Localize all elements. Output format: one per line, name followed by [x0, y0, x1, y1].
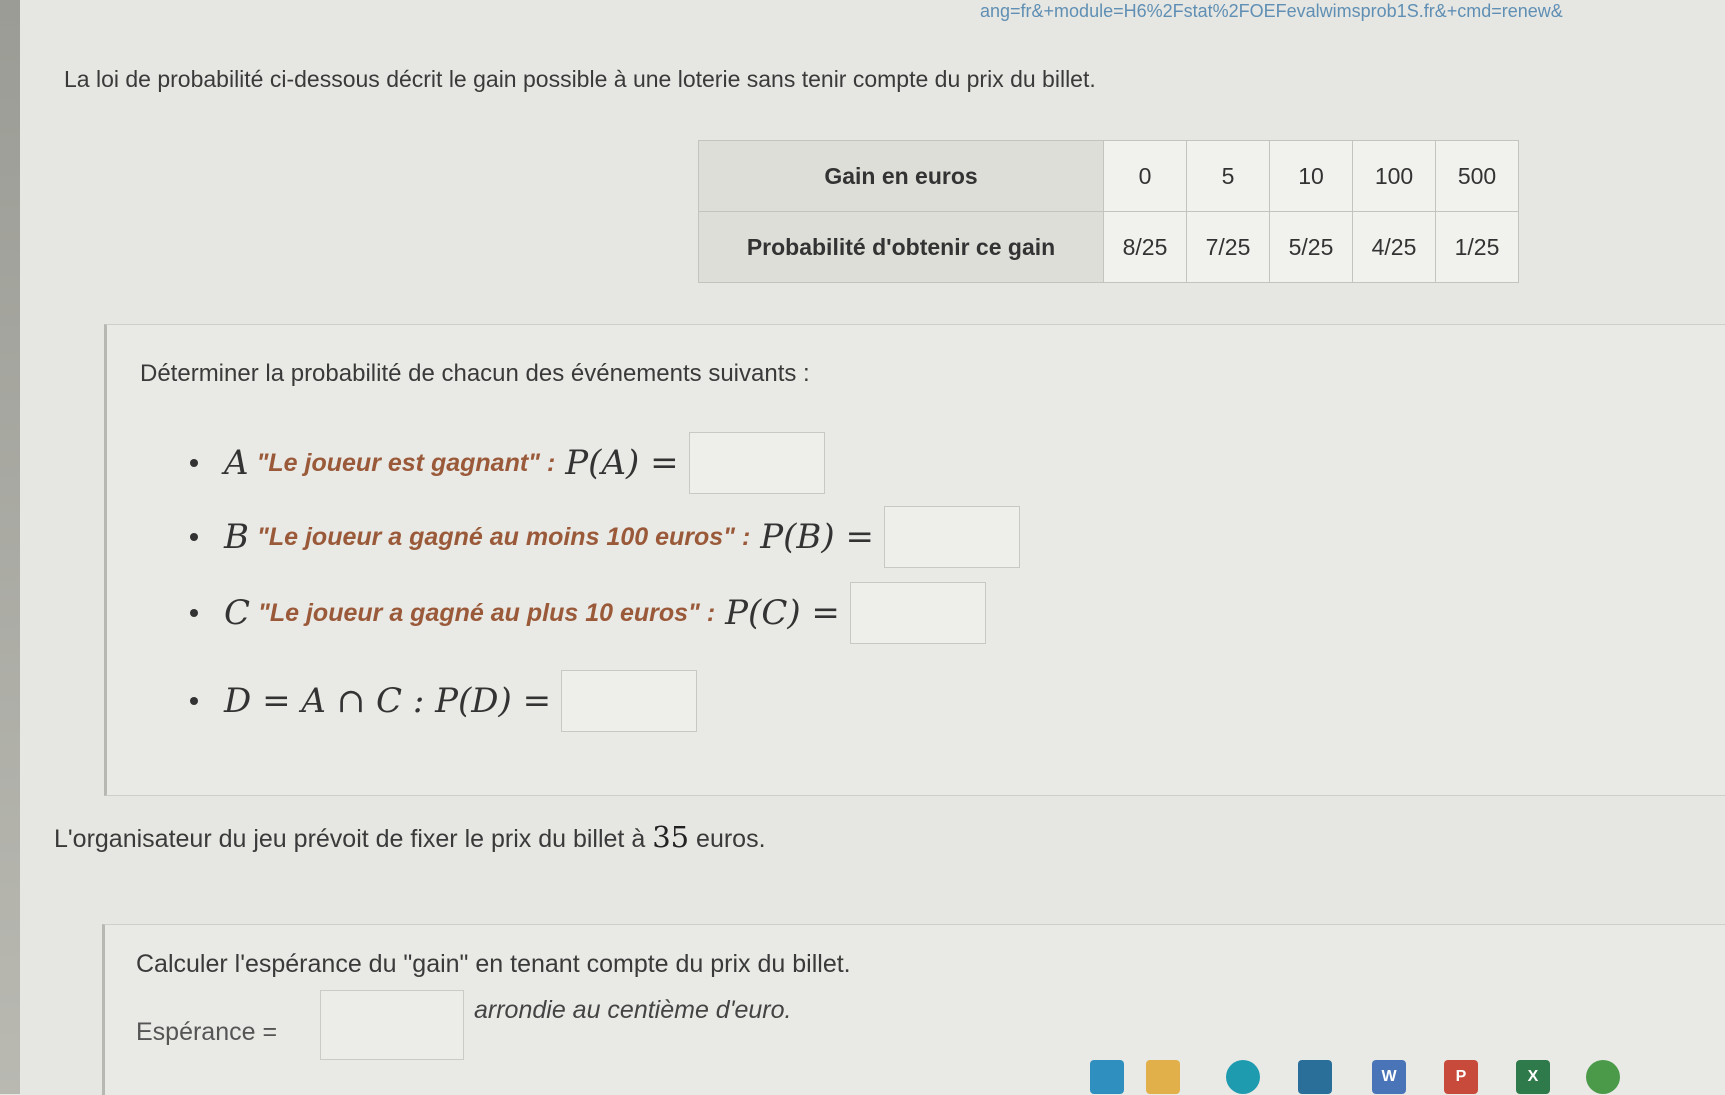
event-description: "Le joueur a gagné au moins 100 euros" :	[257, 522, 751, 551]
event-letter: C	[224, 593, 251, 633]
table-cell: 7/25	[1186, 211, 1270, 283]
table-cell: 100	[1352, 140, 1436, 212]
files-icon[interactable]	[1090, 1060, 1124, 1094]
event-letter: B	[224, 517, 249, 557]
store-icon[interactable]	[1298, 1060, 1332, 1094]
table-cell: 8/25	[1103, 211, 1187, 283]
row-header-probability: Probabilité d'obtenir ce gain	[698, 211, 1104, 283]
event-letter: A	[224, 443, 249, 483]
excel-icon[interactable]: X	[1516, 1060, 1550, 1094]
bullet-icon	[190, 533, 198, 541]
table-row: Gain en euros 0 5 10 100 500	[698, 140, 1519, 212]
event-description: "Le joueur est gagnant" :	[256, 448, 556, 477]
folder-icon[interactable]	[1146, 1060, 1180, 1094]
answer-input-b[interactable]	[883, 506, 1020, 568]
table-cell: 10	[1269, 140, 1353, 212]
probability-table: Gain en euros 0 5 10 100 500 Probabilité…	[698, 140, 1519, 283]
question1-text: Déterminer la probabilité de chacun des …	[140, 360, 810, 387]
event-math: D = A ∩ C : P(D) =	[224, 681, 552, 721]
ticket-price-text: L'organisateur du jeu prévoit de fixer l…	[54, 820, 766, 854]
chrome-icon[interactable]	[1586, 1060, 1620, 1094]
bullet-icon	[190, 697, 198, 705]
window-edge	[0, 0, 20, 1094]
event-a: A "Le joueur est gagnant" : P(A) =	[190, 432, 825, 494]
event-d: D = A ∩ C : P(D) =	[190, 670, 698, 732]
event-b: B "Le joueur a gagné au moins 100 euros"…	[190, 506, 1020, 568]
esperance-input[interactable]	[320, 990, 464, 1060]
table-cell: 4/25	[1352, 211, 1436, 283]
event-description: "Le joueur a gagné au plus 10 euros" :	[258, 598, 716, 627]
powerpoint-icon[interactable]: P	[1444, 1060, 1478, 1094]
row-header-gain: Gain en euros	[698, 140, 1104, 212]
sentence-part: euros.	[696, 825, 766, 853]
event-math: P(C) =	[725, 593, 840, 633]
table-cell: 5/25	[1269, 211, 1353, 283]
word-icon[interactable]: W	[1372, 1060, 1406, 1094]
question2-text: Calculer l'espérance du "gain" en tenant…	[136, 950, 851, 978]
intro-text: La loi de probabilité ci-dessous décrit …	[64, 66, 1096, 92]
table-row: Probabilité d'obtenir ce gain 8/25 7/25 …	[698, 211, 1519, 283]
table-cell: 500	[1435, 140, 1519, 212]
table-cell: 5	[1186, 140, 1270, 212]
answer-input-c[interactable]	[849, 582, 986, 644]
table-cell: 1/25	[1435, 211, 1519, 283]
bullet-icon	[190, 609, 198, 617]
table-cell: 0	[1103, 140, 1187, 212]
event-c: C "Le joueur a gagné au plus 10 euros" :…	[190, 582, 986, 644]
address-bar[interactable]: ang=fr&+module=H6%2Fstat%2FOEFevalwimspr…	[980, 0, 1725, 26]
bullet-icon	[190, 459, 198, 467]
event-math: P(A) =	[565, 443, 679, 483]
esperance-label: Espérance =	[136, 1018, 278, 1046]
answer-input-d[interactable]	[561, 670, 698, 732]
answer-input-a[interactable]	[688, 432, 825, 494]
event-math: P(B) =	[760, 517, 874, 557]
esperance-note: arrondie au centième d'euro.	[474, 996, 792, 1024]
ticket-price-value: 35	[652, 820, 690, 854]
edge-icon[interactable]	[1226, 1060, 1260, 1094]
sentence-part: L'organisateur du jeu prévoit de fixer l…	[54, 825, 646, 853]
taskbar: W P X	[980, 1040, 1725, 1094]
